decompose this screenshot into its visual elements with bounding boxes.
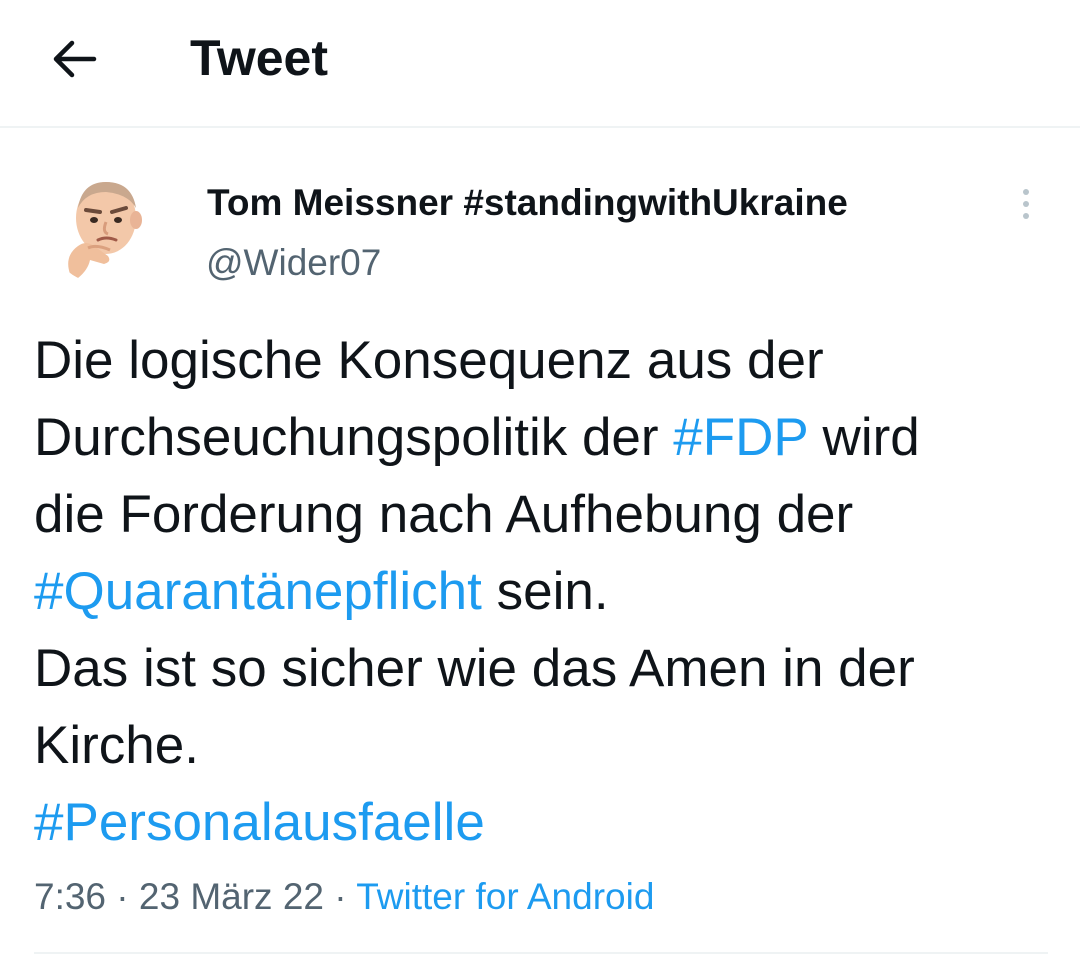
tweet-text-line: #Personalausfaelle [34, 784, 1064, 861]
tweet-text-line: Das ist so sicher wie das Amen in der [34, 639, 915, 698]
hashtag-link-quarantaenepflicht[interactable]: #Quarantänepflicht [34, 562, 482, 621]
tweet-text-line: Durchseuchungspolitik der #FDP wird [34, 399, 1064, 476]
vertical-ellipsis-icon [1023, 189, 1029, 195]
arrow-left-icon [53, 40, 97, 78]
page-title: Tweet [190, 30, 328, 86]
memoji-thinking-avatar [48, 174, 158, 284]
tweet-text-line: Kirche. [34, 716, 199, 775]
tweet-text-segment: sein. [481, 562, 609, 621]
tweet-date[interactable]: 23 März 22 [139, 876, 324, 917]
hashtag-link-fdp[interactable]: #FDP [673, 408, 808, 467]
top-app-bar: Tweet [0, 0, 1080, 128]
vertical-ellipsis-icon [1023, 213, 1029, 219]
author-name[interactable]: Tom Meissner #standingwithUkraine [207, 180, 848, 226]
divider [34, 952, 1048, 954]
tweet-meta: 7:36 · 23 März 22 · Twitter for Android [34, 872, 654, 922]
tweet-text: Die logische Konsequenz aus der Durchseu… [34, 322, 1064, 861]
tweet-text-line: #Quarantänepflicht sein. [34, 553, 1064, 630]
back-button[interactable] [40, 25, 108, 93]
meta-separator: · [324, 876, 357, 917]
tweet-text-line: Die logische Konsequenz aus der [34, 331, 824, 390]
tweet-source-link[interactable]: Twitter for Android [356, 876, 654, 917]
tweet-text-line: die Forderung nach Aufhebung der [34, 485, 854, 544]
meta-separator: · [106, 876, 139, 917]
author-handle[interactable]: @Wider07 [206, 240, 381, 286]
tweet-time[interactable]: 7:36 [34, 876, 106, 917]
tweet-text-segment: Durchseuchungspolitik der [34, 408, 674, 467]
more-options-button[interactable] [1004, 182, 1048, 226]
tweet-text-segment: wird [807, 408, 920, 467]
vertical-ellipsis-icon [1023, 201, 1029, 207]
hashtag-link-personalausfaelle[interactable]: #Personalausfaelle [34, 793, 485, 852]
avatar[interactable] [48, 174, 158, 284]
